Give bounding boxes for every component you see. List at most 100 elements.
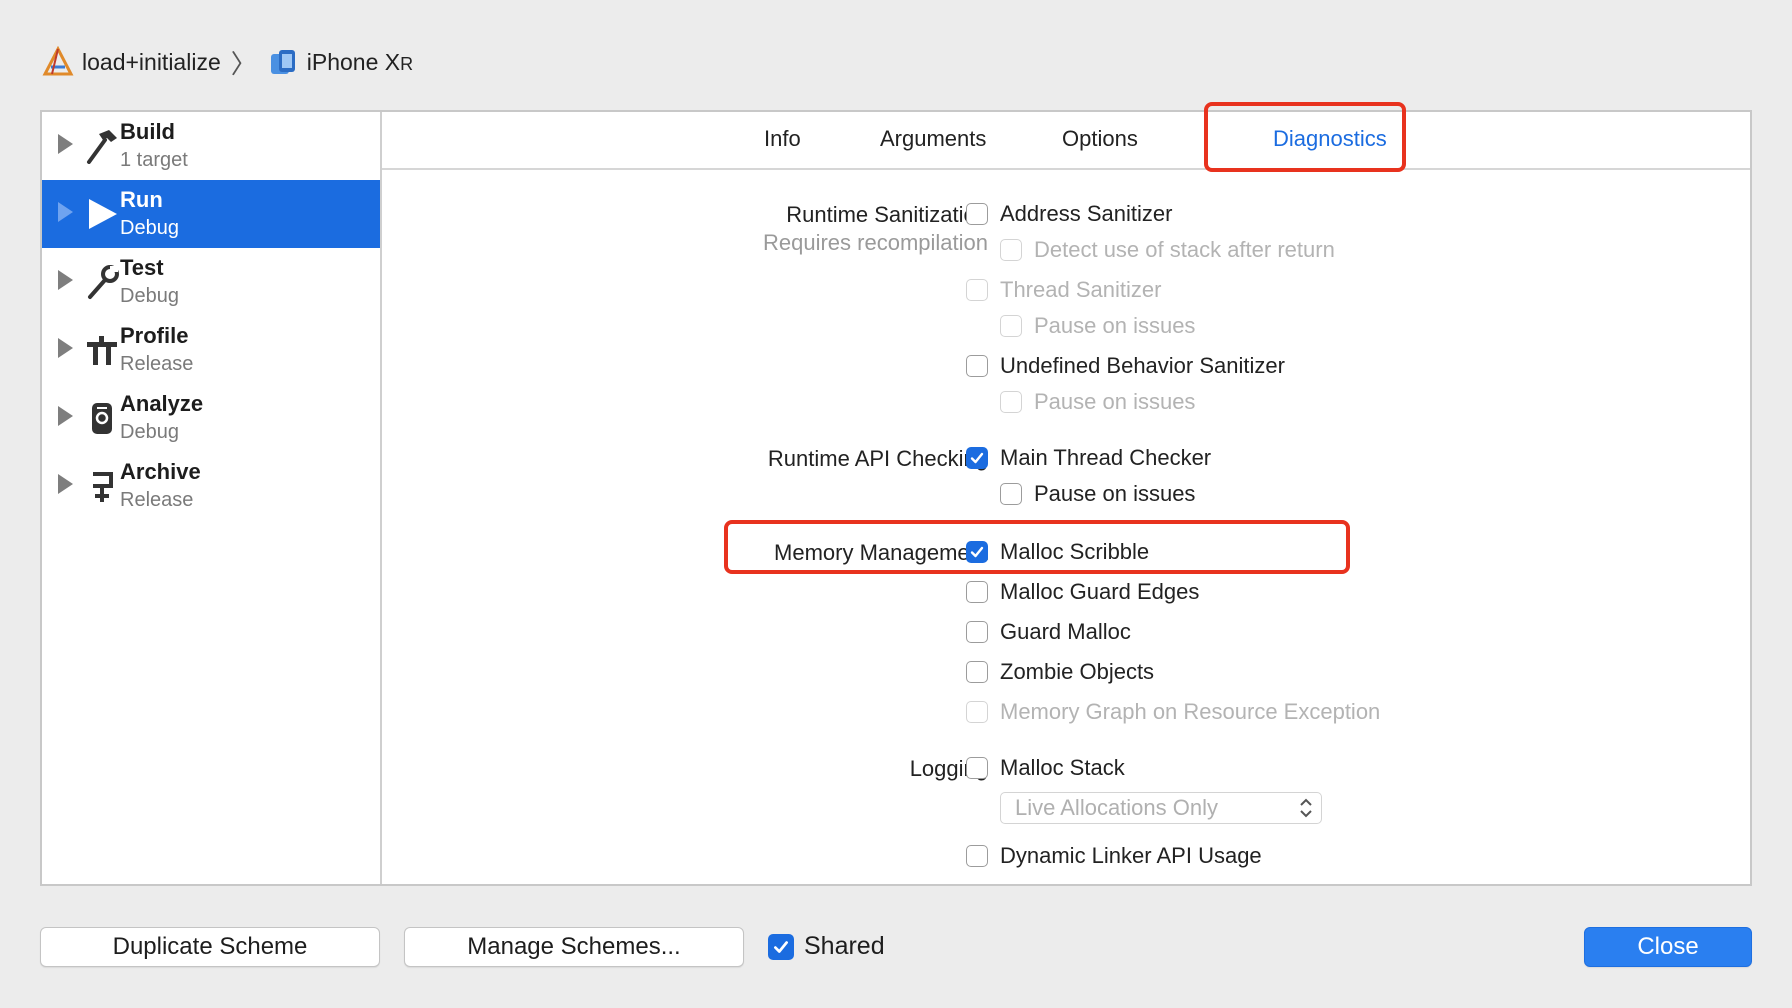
device-name: iPhone X <box>306 48 401 75</box>
breadcrumb-device[interactable]: iPhone XR <box>307 49 413 76</box>
malloc-scribble-checkbox[interactable]: Malloc Scribble <box>966 539 1149 565</box>
sidebar-item-run[interactable]: Run Debug <box>42 180 380 248</box>
malloc-stack-label: Malloc Stack <box>1000 755 1125 780</box>
play-icon <box>84 194 120 234</box>
requires-recompilation-note: Requires recompilation <box>763 230 988 255</box>
hammer-icon <box>84 126 120 166</box>
checkbox-box[interactable] <box>966 845 988 867</box>
sidebar-item-sublabel: Debug <box>120 421 179 443</box>
sidebar-item-test[interactable]: Test Debug <box>42 248 380 316</box>
ub-pause-on-issues-checkbox[interactable]: Pause on issues <box>1000 389 1195 415</box>
checkbox-box[interactable] <box>966 355 988 377</box>
chevron-right-icon: 〉 <box>230 48 257 79</box>
disclosure-triangle-icon[interactable] <box>58 134 73 154</box>
checkbox-box[interactable] <box>966 203 988 225</box>
breadcrumb: load+initialize 〉 iPhone XR <box>42 44 413 80</box>
sidebar-item-sublabel: Debug <box>120 285 179 307</box>
scheme-actions-sidebar: Build 1 target Run Debug Test Debug Prof… <box>42 112 382 884</box>
updown-chevron-icon <box>1299 797 1313 819</box>
checkbox-box[interactable] <box>966 701 988 723</box>
close-button[interactable]: Close <box>1584 927 1752 967</box>
malloc-stack-mode-value: Live Allocations Only <box>1015 795 1218 820</box>
section-runtime-sanitization: Runtime Sanitization <box>786 202 988 227</box>
detect-stack-after-return-label: Detect use of stack after return <box>1034 237 1335 262</box>
simulator-device-icon <box>267 46 299 78</box>
xcode-project-icon <box>42 46 74 78</box>
malloc-guard-edges-checkbox[interactable]: Malloc Guard Edges <box>966 579 1199 605</box>
thread-pause-on-issues-checkbox[interactable]: Pause on issues <box>1000 313 1195 339</box>
guard-malloc-label: Guard Malloc <box>1000 619 1131 644</box>
disclosure-triangle-icon[interactable] <box>58 202 73 222</box>
sidebar-item-sublabel: Debug <box>120 217 179 239</box>
shared-label: Shared <box>804 932 885 960</box>
checkbox-box[interactable] <box>966 757 988 779</box>
tab-arguments[interactable]: Arguments <box>880 126 986 152</box>
sidebar-item-sublabel: 1 target <box>120 149 188 171</box>
manage-schemes-button[interactable]: Manage Schemes... <box>404 927 744 967</box>
malloc-stack-checkbox[interactable]: Malloc Stack <box>966 755 1125 781</box>
disclosure-triangle-icon[interactable] <box>58 338 73 358</box>
ub-sanitizer-checkbox[interactable]: Undefined Behavior Sanitizer <box>966 353 1285 379</box>
tab-diagnostics[interactable]: Diagnostics <box>1273 126 1387 152</box>
dynamic-linker-api-label: Dynamic Linker API Usage <box>1000 843 1262 868</box>
checkbox-box[interactable] <box>1000 391 1022 413</box>
instruments-icon <box>84 330 120 370</box>
checkmark-icon[interactable] <box>966 541 988 563</box>
diagnostics-pane: Info Arguments Options Diagnostics Runti… <box>382 112 1750 884</box>
main-thread-checker-checkbox[interactable]: Main Thread Checker <box>966 445 1211 471</box>
sidebar-item-label: Profile <box>120 323 189 348</box>
device-suffix: R <box>400 53 414 74</box>
ub-pause-on-issues-label: Pause on issues <box>1034 389 1196 414</box>
breadcrumb-project[interactable]: load+initialize <box>82 49 221 76</box>
thread-sanitizer-label: Thread Sanitizer <box>1000 277 1162 302</box>
memory-graph-checkbox[interactable]: Memory Graph on Resource Exception <box>966 699 1380 725</box>
thread-pause-on-issues-label: Pause on issues <box>1034 313 1196 338</box>
detect-stack-after-return-checkbox[interactable]: Detect use of stack after return <box>1000 237 1335 263</box>
disclosure-triangle-icon[interactable] <box>58 270 73 290</box>
sidebar-item-label: Build <box>120 119 175 144</box>
main-thread-checker-label: Main Thread Checker <box>1000 445 1212 470</box>
checkbox-box[interactable] <box>966 581 988 603</box>
thread-sanitizer-checkbox[interactable]: Thread Sanitizer <box>966 277 1161 303</box>
sidebar-item-profile[interactable]: Profile Release <box>42 316 380 384</box>
sidebar-item-archive[interactable]: Archive Release <box>42 452 380 520</box>
shared-checkbox[interactable]: Shared <box>768 932 885 961</box>
disclosure-triangle-icon[interactable] <box>58 406 73 426</box>
zombie-objects-label: Zombie Objects <box>1000 659 1155 684</box>
checkmark-icon[interactable] <box>768 933 794 960</box>
address-sanitizer-checkbox[interactable]: Address Sanitizer <box>966 201 1172 227</box>
checkbox-box[interactable] <box>1000 483 1022 505</box>
sidebar-item-label: Run <box>120 187 163 212</box>
checkbox-box[interactable] <box>966 661 988 683</box>
guard-malloc-checkbox[interactable]: Guard Malloc <box>966 619 1131 645</box>
memory-graph-label: Memory Graph on Resource Exception <box>1000 699 1381 724</box>
checkbox-box[interactable] <box>1000 239 1022 261</box>
checkbox-box[interactable] <box>966 279 988 301</box>
checkbox-box[interactable] <box>966 621 988 643</box>
analyze-icon <box>84 398 120 438</box>
disclosure-triangle-icon[interactable] <box>58 474 73 494</box>
sidebar-item-sublabel: Release <box>120 489 194 511</box>
duplicate-scheme-button[interactable]: Duplicate Scheme <box>40 927 380 967</box>
scheme-editor: Build 1 target Run Debug Test Debug Prof… <box>40 110 1752 886</box>
sidebar-item-analyze[interactable]: Analyze Debug <box>42 384 380 452</box>
tab-options[interactable]: Options <box>1062 126 1138 152</box>
tab-info[interactable]: Info <box>764 126 801 152</box>
checkmark-icon[interactable] <box>966 447 988 469</box>
sidebar-item-label: Test <box>120 255 164 280</box>
sidebar-item-build[interactable]: Build 1 target <box>42 112 380 180</box>
malloc-stack-mode-select[interactable]: Live Allocations Only <box>1000 792 1322 824</box>
ub-sanitizer-label: Undefined Behavior Sanitizer <box>1000 353 1285 378</box>
sidebar-item-sublabel: Release <box>120 353 194 375</box>
section-memory-management: Memory Management <box>774 540 988 565</box>
malloc-scribble-label: Malloc Scribble <box>1000 539 1150 564</box>
address-sanitizer-label: Address Sanitizer <box>1000 201 1173 226</box>
malloc-guard-edges-label: Malloc Guard Edges <box>1000 579 1200 604</box>
checkbox-box[interactable] <box>1000 315 1022 337</box>
sidebar-item-label: Archive <box>120 459 201 484</box>
zombie-objects-checkbox[interactable]: Zombie Objects <box>966 659 1154 685</box>
mtc-pause-on-issues-checkbox[interactable]: Pause on issues <box>1000 481 1195 507</box>
archive-icon <box>84 466 120 506</box>
dynamic-linker-api-checkbox[interactable]: Dynamic Linker API Usage <box>966 843 1262 869</box>
mtc-pause-on-issues-label: Pause on issues <box>1034 481 1196 506</box>
